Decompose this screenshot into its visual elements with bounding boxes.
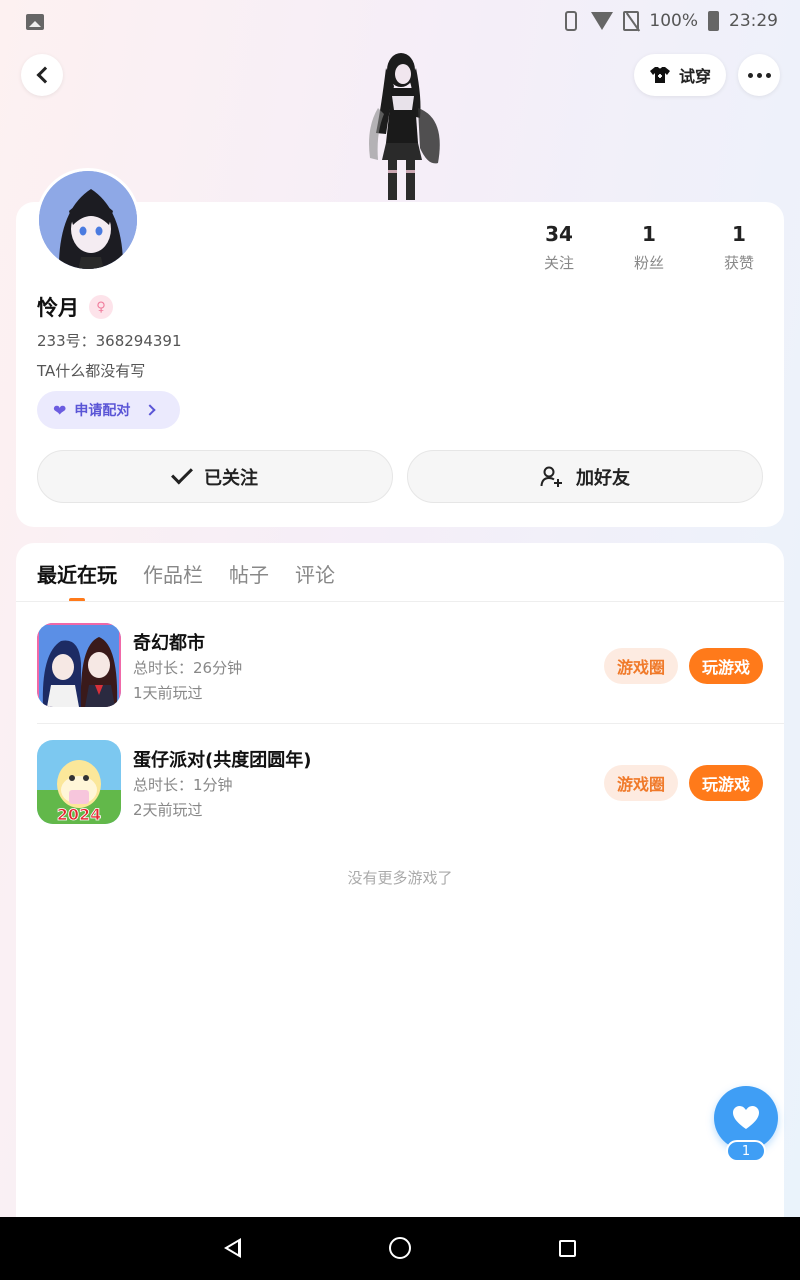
profile-avatar[interactable] [36,168,140,272]
game-circle-button[interactable]: 游戏圈 [604,765,678,801]
system-navigation-bar [0,1217,800,1280]
stat-value: 1 [732,222,746,246]
game-title: 蛋仔派对(共度团圆年) [133,750,312,771]
tab-works[interactable]: 作品栏 [143,559,203,600]
game-last-played: 1天前玩过 [133,684,203,702]
request-match-button[interactable]: ❤ 申请配对 [37,391,180,429]
game-last-played: 2天前玩过 [133,801,203,819]
following-label: 已关注 [204,467,258,489]
tab-bar: 最近在玩 作品栏 帖子 评论 [37,559,335,600]
dot-icon [747,72,753,78]
nav-home-icon[interactable] [389,1237,411,1259]
stat-value: 34 [545,222,573,246]
character-avatar-figure [369,53,440,200]
stat-likes[interactable]: 1 获赞 [694,222,784,273]
heart-icon [733,1106,759,1129]
game-circle-button[interactable]: 游戏圈 [604,648,678,684]
play-game-button[interactable]: 玩游戏 [689,648,763,684]
dot-icon [765,72,771,78]
chevron-left-icon [36,66,53,84]
game-icon-eggy-party[interactable]: 2024 [37,740,121,824]
heart-icon: ❤ [53,400,67,420]
tab-posts[interactable]: 帖子 [229,559,269,600]
game-title: 奇幻都市 [133,633,205,654]
battery-icon [708,11,719,31]
user-bio: TA什么都没有写 [37,362,146,380]
female-gender-icon: ♀ [89,295,113,319]
stat-following[interactable]: 34 关注 [514,222,604,273]
status-icons: 100% 23:29 [561,11,778,31]
clock: 23:29 [729,11,778,31]
stat-label: 获赞 [723,254,754,272]
like-count-badge: 1 [726,1140,766,1162]
more-options-button[interactable] [738,54,780,96]
game-duration: 总时长：1分钟 [133,776,233,794]
divider [37,723,784,724]
nav-back-icon[interactable] [224,1238,241,1258]
request-match-label: 申请配对 [74,403,131,419]
check-icon [171,462,193,485]
stat-fans[interactable]: 1 粉丝 [604,222,694,273]
icon-badge-text: 2024 [57,805,102,824]
name-row: 怜月 ♀ [37,292,113,322]
add-person-icon [540,465,564,489]
shirt-icon [649,66,671,84]
stat-value: 1 [642,222,656,246]
chevron-right-icon [144,404,157,416]
status-bar: 100% 23:29 [0,0,800,46]
game-list-item[interactable]: 2024 蛋仔派对(共度团圆年) 总时长：1分钟 2天前玩过 游戏圈 玩游戏 [37,738,784,838]
stat-label: 粉丝 [633,254,664,272]
divider [16,601,784,602]
game-icon-fantasy-city[interactable] [37,623,121,707]
wifi-icon [591,12,614,30]
no-sim-icon [623,11,640,31]
nav-recents-icon[interactable] [559,1240,576,1257]
no-more-games-text: 没有更多游戏了 [347,869,453,887]
add-friend-button[interactable]: 加好友 [407,450,763,503]
try-on-button[interactable]: 试穿 [634,54,726,96]
add-friend-label: 加好友 [576,467,630,489]
following-button[interactable]: 已关注 [37,450,393,503]
user-name: 怜月 [37,296,79,320]
game-list-item[interactable]: 奇幻都市 总时长：26分钟 1天前玩过 游戏圈 玩游戏 [37,621,784,721]
game-duration: 总时长：26分钟 [133,659,243,677]
back-button[interactable] [21,54,63,96]
play-game-button[interactable]: 玩游戏 [689,765,763,801]
battery-percent: 100% [649,11,698,31]
dot-icon [756,72,762,78]
stats-row: 34 关注 1 粉丝 1 获赞 [514,222,784,273]
profile-card: 34 关注 1 粉丝 1 获赞 怜月 ♀ 233号：368294391 TA什么… [16,202,784,527]
content-card: 最近在玩 作品栏 帖子 评论 奇幻都市 总时长：26分钟 1天前玩过 游戏圈 玩… [16,543,784,1223]
user-id: 233号：368294391 [37,332,182,350]
tab-recently-played[interactable]: 最近在玩 [37,559,117,600]
vibrate-icon [565,11,578,31]
stat-label: 关注 [543,254,574,272]
gallery-notification-icon [26,14,44,30]
tab-comments[interactable]: 评论 [295,559,335,600]
try-on-label: 试穿 [678,67,711,86]
